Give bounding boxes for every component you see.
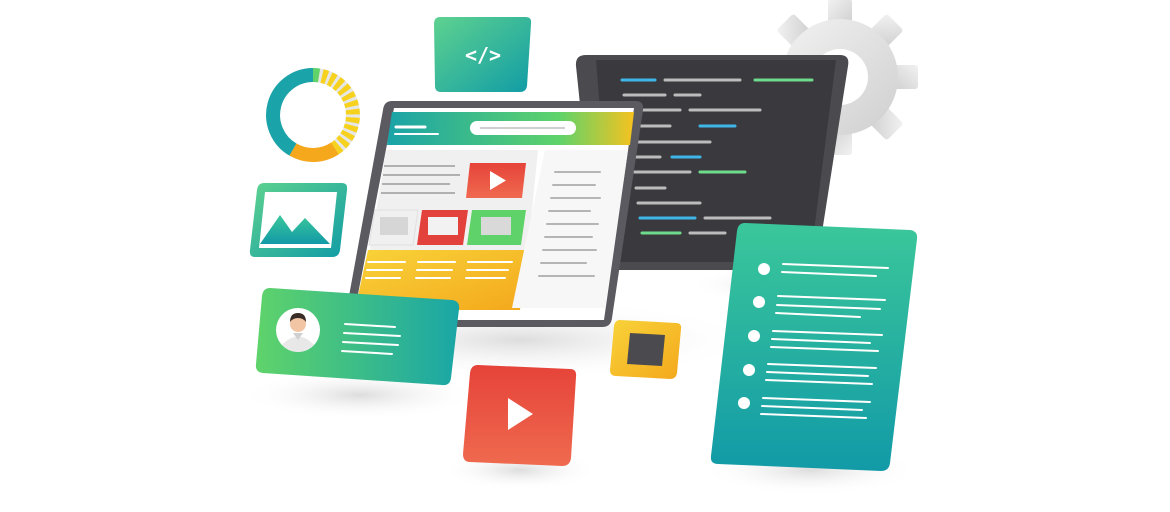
code-icon: </> [434,17,532,92]
web-development-illustration: </> [240,0,920,495]
code-icon-glyph: </> [465,43,501,67]
document-card [710,223,918,471]
donut-chart-icon [266,68,360,162]
video-thumbnail [466,163,526,198]
image-icon [249,183,348,257]
illustration-stage: </> [0,0,1170,512]
tablet-browser [344,101,644,327]
square-icon [610,320,682,379]
avatar-icon [276,308,320,352]
profile-card [255,288,460,386]
play-icon [463,365,577,466]
